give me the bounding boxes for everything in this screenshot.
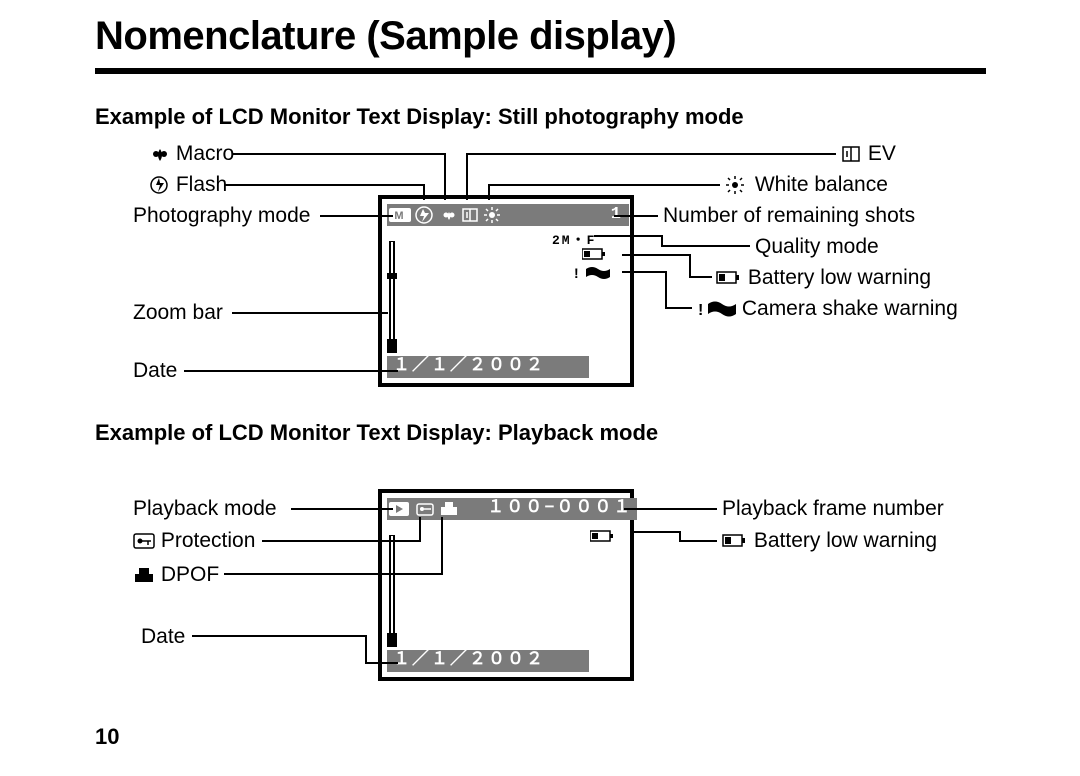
page: Nomenclature (Sample display) Example of… <box>0 0 1080 776</box>
page-number: 10 <box>95 724 119 750</box>
section2-leaders <box>0 0 1080 776</box>
